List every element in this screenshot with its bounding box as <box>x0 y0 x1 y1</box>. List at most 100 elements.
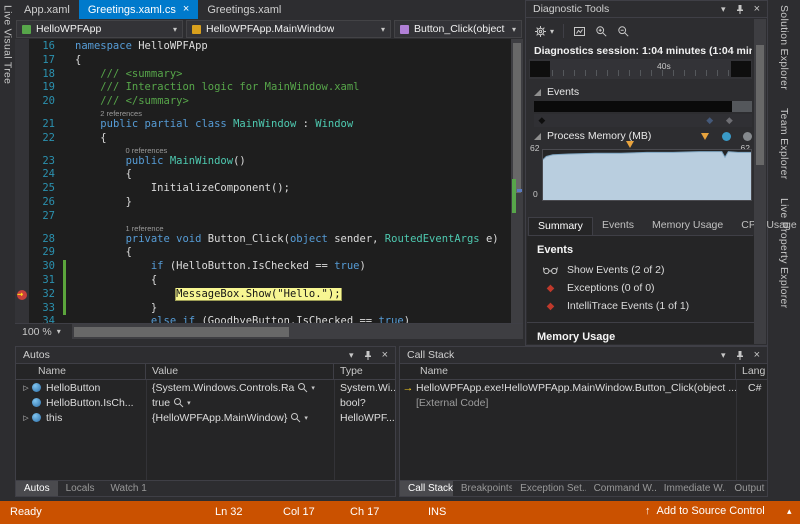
code-line[interactable]: 34 else if (GoodbyeButton.IsChecked == t… <box>15 315 511 323</box>
events-lane-header[interactable]: Events <box>534 85 752 99</box>
glyph-margin-cell[interactable] <box>15 155 29 169</box>
code-line[interactable]: 21 public partial class MainWindow : Win… <box>15 118 511 132</box>
magnifier-icon[interactable] <box>173 397 184 408</box>
doc-tab[interactable]: App.xaml <box>15 0 79 19</box>
side-tab-live-visual-tree[interactable]: Live Visual Tree <box>2 5 14 84</box>
glyph-margin-cell[interactable] <box>15 224 29 233</box>
type-dropdown[interactable]: HelloWPFApp.MainWindow ▾ <box>186 20 391 38</box>
process-memory-chart[interactable] <box>542 149 752 201</box>
tab-breakpoints[interactable]: Breakpoints <box>453 481 512 496</box>
zoom-control[interactable]: 100 % ▾ <box>15 326 68 338</box>
tab-command-w-[interactable]: Command W... <box>586 481 656 496</box>
doc-tab[interactable]: Greetings.xaml <box>198 0 290 19</box>
event-marker-icon[interactable]: ◆ <box>706 114 713 127</box>
glyph-margin-cell[interactable] <box>15 68 29 82</box>
summary-event-item[interactable]: ◆ IntelliTrace Events (1 of 1) <box>527 297 754 315</box>
tab-locals[interactable]: Locals <box>58 481 103 496</box>
doc-tab[interactable]: Greetings.xaml.cs × <box>78 0 199 19</box>
window-position-icon[interactable]: ▾ <box>721 4 726 14</box>
code-line[interactable]: 16 namespace HelloWPFApp <box>15 40 511 54</box>
summary-event-item[interactable]: ◆ Exceptions (0 of 0) <box>527 279 754 297</box>
glyph-margin-cell[interactable] <box>15 315 29 323</box>
code-line[interactable]: 29 { <box>15 246 511 260</box>
glyph-margin-cell[interactable] <box>15 146 29 155</box>
window-position-icon[interactable]: ▾ <box>349 350 354 360</box>
timeline-ruler[interactable]: 40s <box>529 59 752 79</box>
glyph-margin-cell[interactable] <box>15 118 29 132</box>
glyph-margin-cell[interactable] <box>15 246 29 260</box>
column-header-value[interactable]: Value <box>146 364 334 379</box>
snapshot-marker-icon[interactable] <box>743 131 752 141</box>
codelens-label[interactable]: 1 reference <box>69 224 511 233</box>
diag-tab-summary[interactable]: Summary <box>528 217 593 235</box>
diag-tab-memory-usage[interactable]: Memory Usage <box>643 217 732 235</box>
glyph-margin-cell[interactable] <box>15 210 29 224</box>
glyph-margin-cell[interactable] <box>15 109 29 118</box>
side-tab-team-explorer[interactable]: Team Explorer <box>778 108 790 180</box>
zoom-out-icon[interactable] <box>617 25 630 38</box>
call-stack-grid[interactable]: → HelloWPFApp.exe!HelloWPFApp.MainWindow.… <box>400 380 767 480</box>
project-dropdown[interactable]: HelloWPFApp ▾ <box>16 20 183 38</box>
callstack-row[interactable]: → HelloWPFApp.exe!HelloWPFApp.MainWindow.… <box>400 380 767 395</box>
glyph-margin-cell[interactable] <box>15 81 29 95</box>
code-line[interactable]: 19 /// Interaction logic for MainWindow.… <box>15 81 511 95</box>
glyph-margin-cell[interactable] <box>15 132 29 146</box>
codelens-label[interactable]: 2 references <box>69 109 511 118</box>
tab-call-stack[interactable]: Call Stack <box>400 481 453 496</box>
code-line[interactable]: 23 public MainWindow() <box>15 155 511 169</box>
code-line[interactable]: 25 InitializeComponent(); <box>15 182 511 196</box>
code-line[interactable]: 27 <box>15 210 511 224</box>
diagnostics-scrollbar[interactable] <box>754 19 766 344</box>
column-header-name[interactable]: Name <box>16 364 146 379</box>
select-tools-button[interactable]: ▾ <box>534 25 554 38</box>
close-icon[interactable]: × <box>754 349 760 361</box>
glyph-margin-cell[interactable] <box>15 54 29 68</box>
editor-horizontal-scrollbar[interactable] <box>71 324 523 339</box>
scrollbar-thumb[interactable] <box>756 45 764 165</box>
event-marker-icon[interactable]: ◆ <box>538 114 545 127</box>
tab-autos[interactable]: Autos <box>16 481 58 496</box>
side-tab-solution-explorer[interactable]: Solution Explorer <box>778 5 790 90</box>
glyph-margin-cell[interactable] <box>15 182 29 196</box>
member-dropdown[interactable]: Button_Click(object sender, Rou ▾ <box>394 20 522 38</box>
close-icon[interactable]: × <box>382 349 388 361</box>
caret-up-icon[interactable]: ▴ <box>787 506 792 517</box>
glyph-margin-cell[interactable]: → <box>15 288 29 302</box>
autos-grid[interactable]: ▷ HelloButton {System.Windows.Controls.Ra ▾… <box>16 380 395 480</box>
scrollbar-thumb[interactable] <box>73 327 289 337</box>
events-swimlane[interactable] <box>534 101 752 112</box>
visualizer-dropdown-icon[interactable]: ▾ <box>304 414 308 422</box>
glyph-margin-cell[interactable] <box>15 168 29 182</box>
code-line[interactable]: 30 if (HelloButton.IsChecked == true) <box>15 260 511 274</box>
expander-icon[interactable]: ▷ <box>20 414 32 422</box>
codelens-label[interactable]: 0 references <box>69 146 511 155</box>
autos-row[interactable]: ▷ this {HelloWPFApp.MainWindow} ▾ HelloWPF..… <box>16 410 395 425</box>
memory-lane-header[interactable]: Process Memory (MB) <box>534 129 752 143</box>
magnifier-icon[interactable] <box>297 382 308 393</box>
timeline-chart-icon[interactable] <box>573 25 586 38</box>
code-line[interactable]: 31 { <box>15 274 511 288</box>
code-editor[interactable]: 16 namespace HelloWPFApp 17 {18 /// <summar… <box>15 39 523 323</box>
add-to-source-control-button[interactable]: ↑ Add to Source Control <box>645 505 765 517</box>
tab-exception-set-[interactable]: Exception Set... <box>512 481 585 496</box>
code-line[interactable]: 33 } <box>15 302 511 316</box>
glyph-margin-cell[interactable] <box>15 40 29 54</box>
code-line[interactable]: 18 /// <summary> <box>15 68 511 82</box>
pin-icon[interactable] <box>735 350 745 361</box>
code-line[interactable]: 20 /// </summary> <box>15 95 511 109</box>
filter-marker-icon[interactable] <box>722 131 731 141</box>
zoom-in-icon[interactable] <box>595 25 608 38</box>
side-tab-live-property-explorer[interactable]: Live Property Explorer <box>778 198 790 308</box>
scrollbar-thumb[interactable] <box>513 43 521 193</box>
code-line[interactable]: 26 } <box>15 196 511 210</box>
tab-watch-1[interactable]: Watch 1 <box>102 481 154 496</box>
diag-tab-events[interactable]: Events <box>593 217 643 235</box>
event-marker-icon[interactable]: ◆ <box>726 114 733 127</box>
autos-row[interactable]: HelloButton.IsCh... true ▾ bool? <box>16 395 395 410</box>
callstack-row[interactable]: [External Code] <box>400 395 767 410</box>
tab-immediate-w-[interactable]: Immediate W... <box>656 481 727 496</box>
glyph-margin-cell[interactable] <box>15 260 29 274</box>
glyph-margin-cell[interactable] <box>15 196 29 210</box>
window-position-icon[interactable]: ▾ <box>721 350 726 360</box>
code-line[interactable]: 22 { <box>15 132 511 146</box>
